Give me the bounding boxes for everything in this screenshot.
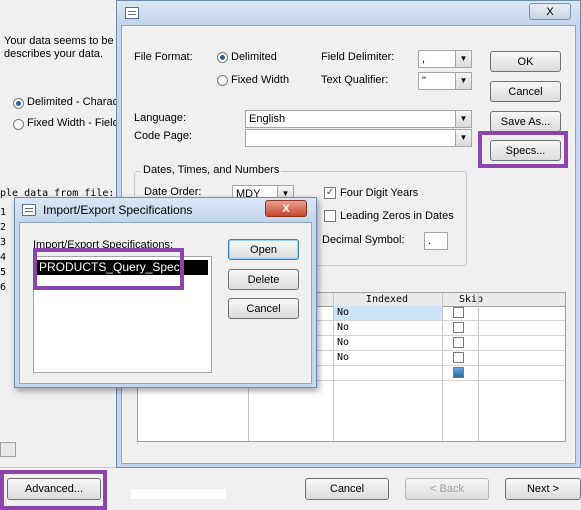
row-number: 2: [0, 222, 7, 233]
app-icon: [22, 204, 36, 216]
wizard-cancel-button[interactable]: Cancel: [305, 478, 389, 500]
code-page-label: Code Page:: [134, 130, 193, 142]
decimal-symbol-label: Decimal Symbol:: [322, 234, 405, 246]
language-label: Language:: [134, 112, 186, 124]
sample-row-numbers: 1 2 3 4 5 6: [0, 205, 14, 295]
format-delimited-label: Delimited: [231, 51, 277, 63]
indexed-cell[interactable]: No: [334, 321, 442, 335]
grid-header-indexed: Indexed: [365, 294, 409, 305]
radio-fixed-bg[interactable]: [13, 119, 24, 130]
indexed-cell[interactable]: [334, 366, 442, 380]
field-delimiter-select[interactable]: , ▼: [418, 50, 472, 68]
save-as-button[interactable]: Save As...: [490, 111, 561, 132]
dropdown-arrow-icon[interactable]: ▼: [455, 73, 471, 89]
skip-checkbox[interactable]: [453, 367, 464, 378]
spec-cancel-button[interactable]: Cancel: [490, 81, 561, 102]
language-value: English: [249, 113, 286, 125]
highlight-advanced: [0, 470, 107, 510]
decimal-symbol-value: .: [428, 235, 432, 247]
app-icon: [125, 7, 139, 19]
blank-status-field: [131, 489, 226, 499]
spec-close-button[interactable]: X: [529, 3, 571, 20]
four-digit-years-checkbox[interactable]: ✓: [324, 187, 336, 199]
radio-format-fixed[interactable]: [217, 75, 228, 86]
ie-dialog-titlebar: Import/Export Specifications X: [15, 198, 316, 222]
dropdown-arrow-icon[interactable]: ▼: [455, 51, 471, 67]
radio-delimited-bg-label: Delimited - Characte: [27, 96, 128, 108]
ok-button[interactable]: OK: [490, 51, 561, 72]
ie-dialog-title: Import/Export Specifications: [43, 203, 193, 217]
format-fixed-label: Fixed Width: [231, 74, 290, 86]
text-qualifier-select[interactable]: " ▼: [418, 72, 472, 90]
decimal-symbol-input[interactable]: .: [424, 232, 448, 250]
highlight-specs: [478, 131, 568, 168]
import-export-specs-dialog: Import/Export Specifications X Import/Ex…: [14, 197, 317, 388]
highlight-spec-item: [33, 248, 184, 290]
skip-checkbox[interactable]: [453, 307, 464, 318]
ie-cancel-button[interactable]: Cancel: [228, 298, 299, 319]
dropdown-arrow-icon[interactable]: ▼: [455, 111, 471, 127]
grid-header-skip: Skip: [458, 294, 484, 305]
text-qualifier-value: ": [422, 75, 426, 87]
skip-checkbox[interactable]: [453, 337, 464, 348]
row-number: 6: [0, 282, 7, 293]
skip-checkbox[interactable]: [453, 352, 464, 363]
field-delimiter-value: ,: [422, 53, 426, 65]
description-line-2: describes your data.: [4, 48, 104, 60]
radio-format-delimited[interactable]: [217, 52, 228, 63]
indexed-cell[interactable]: No: [334, 351, 442, 365]
sample-scrollbar[interactable]: [0, 442, 16, 457]
radio-delimited-bg[interactable]: [13, 98, 24, 109]
description-line-1: Your data seems to be i: [4, 35, 120, 47]
language-select[interactable]: English ▼: [245, 110, 472, 128]
four-digit-years-label: Four Digit Years: [340, 187, 419, 199]
next-button[interactable]: Next >: [505, 478, 581, 500]
code-page-select[interactable]: ▼: [245, 129, 472, 147]
wizard-description: Your data seems to be i describes your d…: [4, 35, 124, 61]
row-number: 4: [0, 252, 7, 263]
row-number: 3: [0, 237, 7, 248]
ie-close-button[interactable]: X: [265, 200, 307, 217]
dropdown-arrow-icon[interactable]: ▼: [455, 130, 471, 146]
dates-group-label: Dates, Times, and Numbers: [141, 164, 282, 176]
indexed-cell[interactable]: No: [334, 336, 442, 350]
open-button[interactable]: Open: [228, 239, 299, 260]
back-button[interactable]: < Back: [405, 478, 489, 500]
field-delimiter-label: Field Delimiter:: [321, 51, 395, 63]
row-number: 5: [0, 267, 7, 278]
ie-dialog-body: Import/Export Specifications: PRODUCTS_Q…: [19, 222, 312, 384]
leading-zeros-label: Leading Zeros in Dates: [340, 210, 454, 222]
spec-dialog-titlebar: X: [117, 1, 580, 25]
radio-fixed-bg-label: Fixed Width - Field: [27, 117, 119, 129]
file-format-label: File Format:: [134, 51, 193, 63]
delete-button[interactable]: Delete: [228, 269, 299, 290]
skip-checkbox[interactable]: [453, 322, 464, 333]
text-qualifier-label: Text Qualifier:: [321, 74, 389, 86]
leading-zeros-checkbox[interactable]: [324, 210, 336, 222]
indexed-cell[interactable]: No: [334, 306, 442, 320]
row-number: 1: [0, 207, 7, 218]
